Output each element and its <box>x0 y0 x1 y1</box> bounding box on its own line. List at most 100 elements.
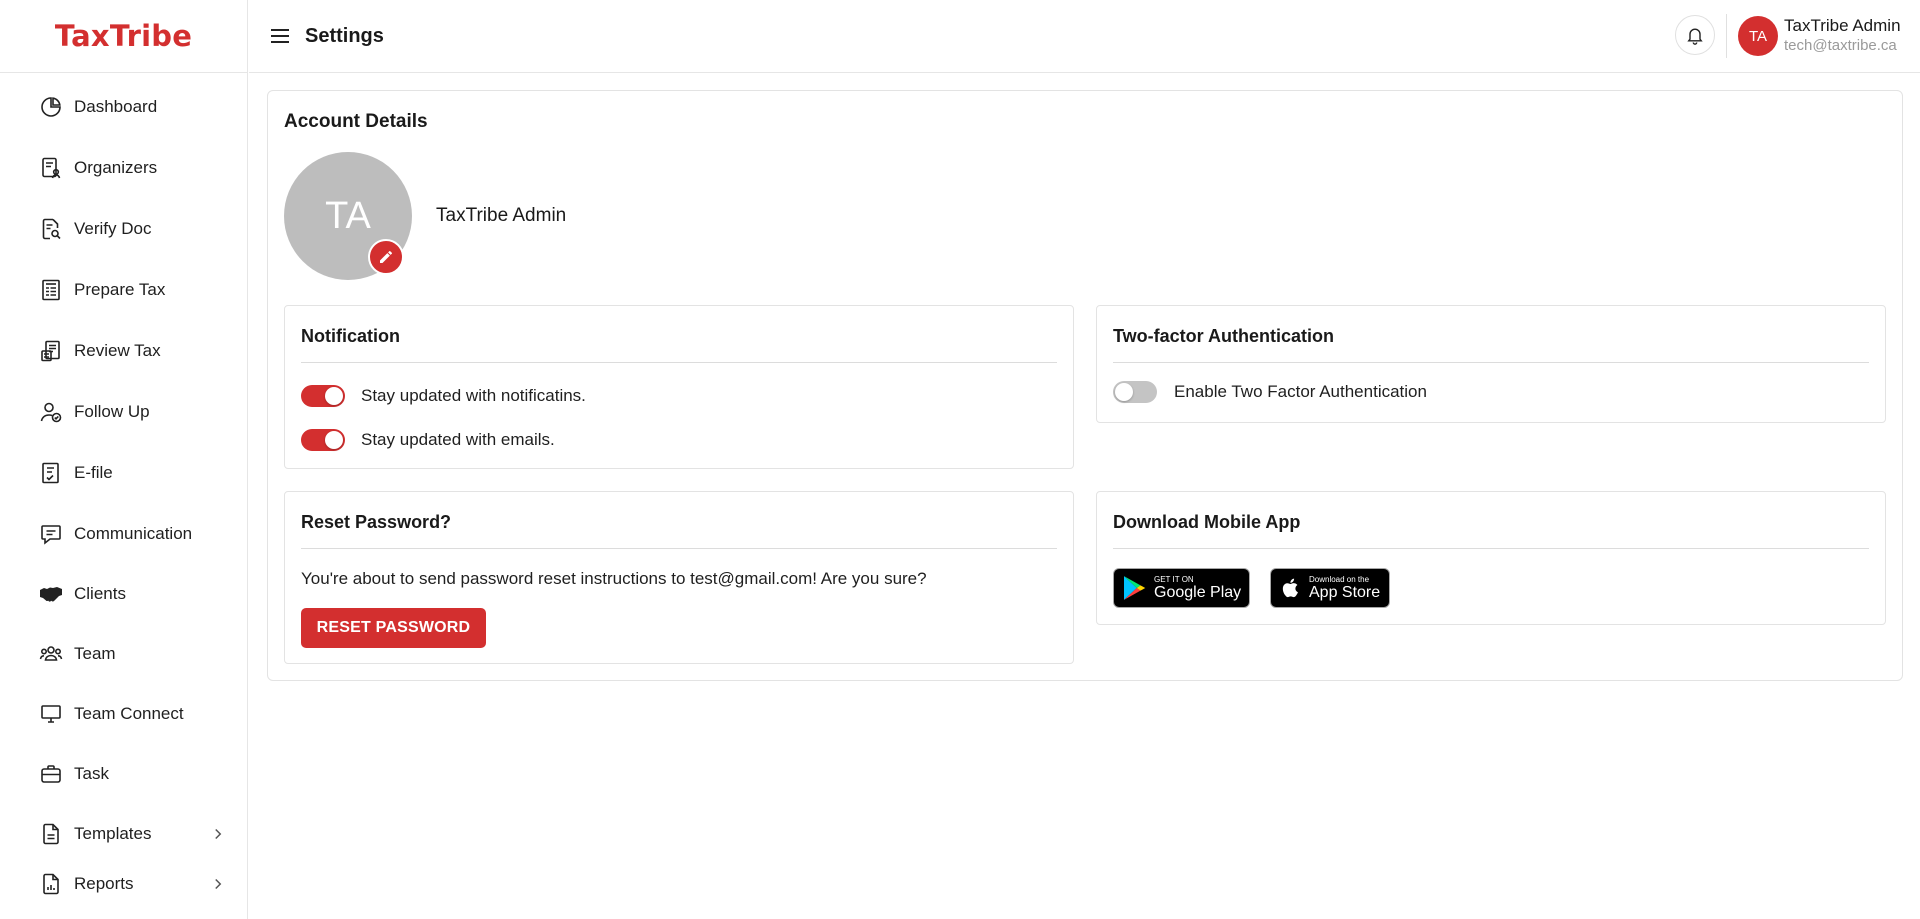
account-details-title: Account Details <box>284 111 428 132</box>
google-play-icon <box>1124 576 1146 600</box>
sidebar-item-label: Communication <box>74 524 193 543</box>
user-info[interactable]: TaxTribe Admin tech@taxtribe.ca <box>1784 16 1904 55</box>
message-icon <box>38 521 64 547</box>
sidebar-item-label: Verify Doc <box>74 219 152 238</box>
sidebar-item-clients[interactable]: Clients <box>0 572 247 616</box>
profile-name: TaxTribe Admin <box>436 205 567 226</box>
notification-title: Notification <box>301 326 400 346</box>
app-store-badge[interactable]: Download on the App Store <box>1270 568 1390 608</box>
app-store-big-text: App Store <box>1309 583 1381 601</box>
briefcase-icon <box>38 761 64 787</box>
two-factor-toggle-row: Enable Two Factor Authentication <box>1113 381 1427 403</box>
mobile-app-panel: Download Mobile App GET IT ON Google Pla… <box>1096 491 1886 625</box>
two-factor-toggle[interactable] <box>1113 381 1157 403</box>
document-person-icon <box>38 155 64 181</box>
sidebar-item-label: Review Tax <box>74 341 161 360</box>
efile-icon <box>38 460 64 486</box>
sidebar-item-team[interactable]: Team <box>0 632 247 676</box>
toggle-knob <box>325 431 343 449</box>
user-check-icon <box>38 399 64 425</box>
two-factor-title: Two-factor Authentication <box>1113 326 1334 346</box>
user-name: TaxTribe Admin <box>1784 16 1901 35</box>
mobile-app-title: Download Mobile App <box>1113 512 1301 532</box>
sidebar-item-label: Task <box>74 764 109 783</box>
sidebar-item-verify-doc[interactable]: Verify Doc <box>0 207 247 251</box>
reset-password-button[interactable]: RESET PASSWORD <box>301 608 486 648</box>
menu-toggle-button[interactable] <box>266 22 294 50</box>
notification-toggle-row: Stay updated with notificatins. <box>301 385 586 407</box>
notifications-toggle-label: Stay updated with notificatins. <box>361 386 586 405</box>
sidebar-item-team-connect[interactable]: Team Connect <box>0 692 247 736</box>
header-divider <box>1726 14 1727 58</box>
sidebar-item-label: Clients <box>74 584 126 603</box>
divider <box>301 362 1057 363</box>
sidebar-item-review-tax[interactable]: Review Tax <box>0 329 247 373</box>
monitor-icon <box>38 701 64 727</box>
profile-avatar-initials: TA <box>325 194 371 237</box>
toggle-knob <box>325 387 343 405</box>
reset-password-title: Reset Password? <box>301 512 452 532</box>
sidebar-item-dashboard[interactable]: Dashboard <box>0 85 247 129</box>
hamburger-icon <box>271 29 289 43</box>
sidebar-item-task[interactable]: Task <box>0 752 247 796</box>
sidebar-item-label: Templates <box>74 824 152 843</box>
team-icon <box>38 641 64 667</box>
sidebar-item-organizers[interactable]: Organizers <box>0 146 247 190</box>
brand-name: TaxTribe <box>54 19 193 53</box>
handshake-icon <box>38 581 64 607</box>
sidebar-item-label: Team <box>74 644 116 663</box>
page-title: Settings <box>305 24 384 47</box>
template-icon <box>38 821 64 847</box>
sidebar-item-e-file[interactable]: E-file <box>0 451 247 495</box>
apple-icon <box>1282 578 1298 598</box>
notifications-button[interactable] <box>1675 15 1715 55</box>
sidebar-item-label: Reports <box>74 874 134 893</box>
chevron-right-icon <box>215 828 222 840</box>
google-play-badge[interactable]: GET IT ON Google Play <box>1113 568 1250 608</box>
sidebar-item-communication[interactable]: Communication <box>0 512 247 556</box>
sidebar-item-reports[interactable]: Reports <box>0 862 247 906</box>
tax-review-icon <box>38 338 64 364</box>
reset-password-panel: Reset Password? You're about to send pas… <box>284 491 1074 664</box>
settings-card: Account Details TA TaxTribe Admin Notifi… <box>267 90 1903 681</box>
sidebar-item-label: E-file <box>74 463 113 482</box>
bell-icon <box>1687 28 1703 45</box>
document-search-icon <box>38 216 64 242</box>
two-factor-toggle-label: Enable Two Factor Authentication <box>1174 382 1427 401</box>
sidebar-item-label: Prepare Tax <box>74 280 166 299</box>
sidebar-item-prepare-tax[interactable]: Prepare Tax <box>0 268 247 312</box>
emails-toggle-label: Stay updated with emails. <box>361 430 555 449</box>
two-factor-panel: Two-factor Authentication Enable Two Fac… <box>1096 305 1886 423</box>
emails-toggle[interactable] <box>301 429 345 451</box>
toggle-knob <box>1115 383 1133 401</box>
report-icon <box>38 871 64 897</box>
edit-avatar-button[interactable] <box>368 239 404 275</box>
google-play-big-text: Google Play <box>1154 583 1242 601</box>
google-play-small-text: GET IT ON <box>1154 574 1194 584</box>
pie-chart-icon <box>38 94 64 120</box>
notification-panel: Notification Stay updated with notificat… <box>284 305 1074 469</box>
brand-logo[interactable]: TaxTribe <box>0 0 247 73</box>
sidebar: TaxTribe Dashboard Organizers Verify Doc <box>0 0 248 919</box>
sidebar-item-label: Organizers <box>74 158 158 177</box>
tax-form-icon <box>38 277 64 303</box>
sidebar-item-templates[interactable]: Templates <box>0 812 247 856</box>
notifications-toggle[interactable] <box>301 385 345 407</box>
app-store-small-text: Download on the <box>1309 574 1370 584</box>
sidebar-item-label: Dashboard <box>74 97 158 116</box>
user-email: tech@taxtribe.ca <box>1784 37 1897 54</box>
app-store-text: Download on the App Store <box>1309 575 1380 602</box>
sidebar-item-label: Follow Up <box>74 402 150 421</box>
user-avatar[interactable]: TA <box>1738 16 1778 56</box>
divider <box>1113 362 1869 363</box>
reset-password-message: You're about to send password reset inst… <box>301 569 927 588</box>
chevron-right-icon <box>215 878 222 890</box>
sidebar-item-label: Team Connect <box>74 704 184 723</box>
email-toggle-row: Stay updated with emails. <box>301 429 555 451</box>
top-header: Settings TA TaxTribe Admin tech@taxtribe… <box>249 0 1920 73</box>
divider <box>1113 548 1869 549</box>
google-play-text: GET IT ON Google Play <box>1154 575 1241 602</box>
pencil-icon <box>380 250 392 263</box>
divider <box>301 548 1057 549</box>
sidebar-item-follow-up[interactable]: Follow Up <box>0 390 247 434</box>
